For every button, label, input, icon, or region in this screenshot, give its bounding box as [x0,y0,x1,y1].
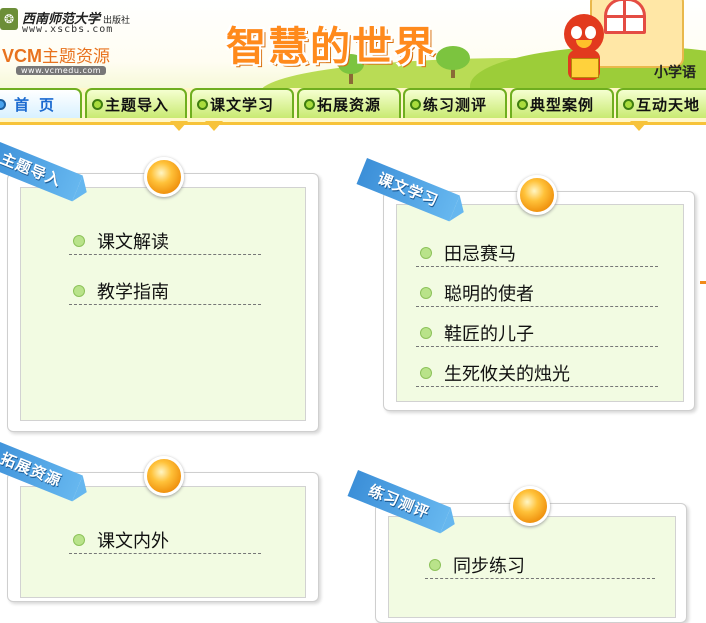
bullet-icon [73,533,85,546]
bullet-icon [0,98,6,110]
bullet-icon [73,234,85,247]
nav-tab-practice[interactable]: 练习测评 [403,88,507,118]
nav-pointer [205,121,223,131]
vcm-brand-suffix: 主题资源 [42,47,110,67]
arrow-indicator [700,281,706,284]
nav-tab-label: 典型案例 [530,95,595,114]
vcm-brand: VCM [2,46,42,66]
link-item[interactable]: 教学指南 [69,277,261,305]
main-nav: 首页 主题导入 课文学习 拓展资源 练习测评 典型案例 互动天地 [0,88,706,131]
link-label: 同步练习 [453,555,525,577]
nav-tab-interactive[interactable]: 互动天地 [616,88,706,118]
subject-label: 小学语 [654,65,696,81]
panel-topic-intro: 课文解读 教学指南 [7,173,319,432]
bullet-icon [197,98,208,110]
window-decoration [604,0,646,34]
bullet-icon [410,98,421,110]
link-item[interactable]: 鞋匠的儿子 [416,319,658,347]
bullet-icon [420,326,432,339]
bullet-icon [517,98,528,110]
link-item[interactable]: 课文内外 [69,526,261,554]
nav-tab-extended-resources[interactable]: 拓展资源 [297,88,401,118]
site-header: ❂ 西南师范大学 出版社 www.xscbs.com VCM主题资源 www.vc… [0,0,706,88]
book-icon [571,58,599,78]
pin-icon [510,486,550,526]
panel-lesson-study: 田忌赛马 聪明的使者 鞋匠的儿子 生死攸关的烛光 [383,191,695,411]
link-label: 课文内外 [97,530,169,552]
tree-decoration [436,46,470,70]
bullet-icon [623,98,634,110]
nav-tab-cases[interactable]: 典型案例 [510,88,614,118]
nav-tab-label: 首页 [14,95,65,114]
bullet-icon [304,98,315,110]
link-label: 鞋匠的儿子 [444,323,534,345]
publisher-url: www.xscbs.com [22,24,114,35]
link-label: 教学指南 [97,281,169,303]
nav-tab-label: 练习测评 [423,95,488,114]
nav-tab-label: 主题导入 [105,95,170,114]
vcm-logo[interactable]: VCM主题资源 www.vcmedu.com [2,42,110,75]
vcm-url: www.vcmedu.com [16,66,107,75]
nav-tab-home[interactable]: 首页 [0,88,82,118]
bullet-icon [73,284,85,297]
bullet-icon [420,366,432,379]
pin-icon [517,175,557,215]
bullet-icon [420,246,432,259]
nav-tab-label: 拓展资源 [317,95,382,114]
publisher-emblem-icon: ❂ [0,8,18,30]
link-label: 田忌赛马 [444,243,516,265]
nav-pointer [170,121,188,131]
nav-tab-label: 互动天地 [636,95,701,114]
link-item[interactable]: 课文解读 [69,227,261,255]
pin-icon [144,456,184,496]
link-label: 生死攸关的烛光 [444,363,570,385]
link-item[interactable]: 田忌赛马 [416,239,658,267]
link-item[interactable]: 同步练习 [425,551,655,579]
nav-pointer [630,121,648,131]
bullet-icon [420,286,432,299]
bullet-icon [92,98,103,110]
site-title: 智慧的世界 [226,24,436,70]
link-label: 聪明的使者 [444,283,534,305]
link-item[interactable]: 聪明的使者 [416,279,658,307]
nav-tab-lesson-study[interactable]: 课文学习 [190,88,294,118]
link-label: 课文解读 [97,231,169,253]
link-item[interactable]: 生死攸关的烛光 [416,359,658,387]
mascot-icon [562,14,606,84]
bullet-icon [429,558,441,571]
nav-tab-topic-intro[interactable]: 主题导入 [85,88,187,118]
pin-icon [144,157,184,197]
nav-tab-label: 课文学习 [210,95,275,114]
